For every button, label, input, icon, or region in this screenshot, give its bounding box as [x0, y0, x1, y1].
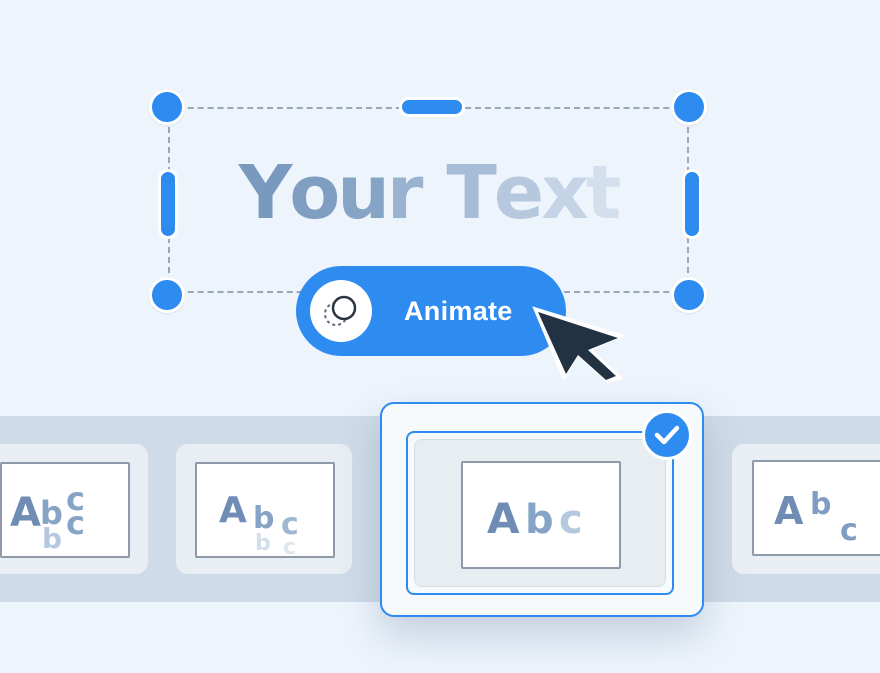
preset-preview: A b c [752, 460, 880, 556]
text-letter: t [585, 150, 621, 236]
text-letter: T [446, 150, 497, 236]
svg-text:c: c [66, 504, 85, 542]
svg-text:c: c [559, 497, 583, 543]
preset-preview: A b c b c [195, 462, 335, 558]
svg-text:b: b [810, 487, 831, 522]
text-letter: Y [238, 150, 293, 236]
preset-preview: A b c c b [0, 462, 130, 558]
animation-preset-card[interactable]: A b c c b [0, 444, 148, 574]
svg-text:b: b [525, 497, 554, 543]
animation-preset-card[interactable]: A b c [732, 444, 880, 574]
text-letter: e [493, 150, 544, 236]
svg-text:b: b [42, 522, 62, 555]
svg-text:A: A [219, 490, 247, 531]
mouse-cursor-icon [532, 306, 626, 384]
animate-button[interactable]: Animate [296, 266, 566, 356]
text-letter: r [386, 150, 423, 236]
animate-button-label: Animate [404, 296, 513, 326]
resize-handle-top-right[interactable] [671, 89, 707, 125]
svg-text:A: A [487, 494, 520, 543]
preset-selection-outline: A b c [406, 431, 674, 595]
resize-handle-bottom-left[interactable] [149, 277, 185, 313]
text-letter: x [541, 150, 589, 236]
resize-handle-bottom-right[interactable] [671, 277, 707, 313]
text-letter: o [289, 150, 340, 236]
animation-preset-card[interactable]: A b c b c [176, 444, 352, 574]
editable-text[interactable]: Your Text [168, 148, 689, 238]
resize-handle-top-left[interactable] [149, 89, 185, 125]
text-space [420, 148, 446, 238]
svg-text:A: A [774, 489, 804, 533]
text-letter: u [337, 150, 390, 236]
resize-handle-top[interactable] [399, 97, 465, 117]
svg-text:A: A [10, 490, 41, 536]
editor-canvas: Your Text Animate A b c c b A b c b c A … [0, 0, 880, 673]
preset-preview: A b c [461, 461, 621, 569]
animate-circles-icon [310, 280, 372, 342]
checkmark-icon [642, 410, 692, 460]
svg-text:c: c [283, 535, 296, 558]
svg-text:c: c [840, 513, 858, 548]
svg-text:b: b [255, 531, 271, 556]
